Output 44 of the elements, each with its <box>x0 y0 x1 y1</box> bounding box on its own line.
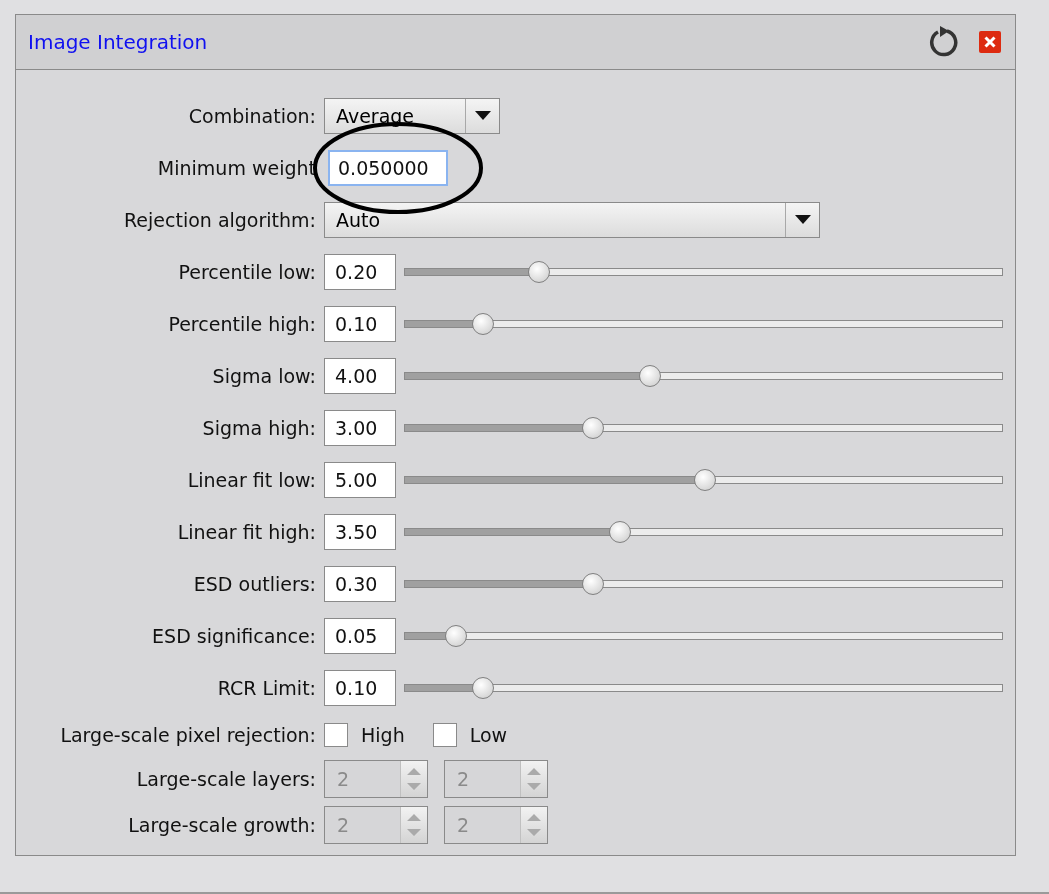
field-label: Percentile high: <box>167 313 316 335</box>
input-field[interactable]: 0.10 <box>324 306 396 342</box>
field-label: ESD significance: <box>151 625 316 647</box>
reset-icon[interactable] <box>927 26 959 58</box>
field-label: Large-scale growth: <box>127 814 316 836</box>
checkbox[interactable] <box>432 723 457 747</box>
slider-thumb[interactable] <box>471 313 494 335</box>
field-label: Large-scale layers: <box>135 768 316 790</box>
field-label: ESD outliers: <box>192 573 316 595</box>
slider-thumb[interactable] <box>527 261 550 283</box>
input-field[interactable]: 3.50 <box>324 514 396 550</box>
field-label: Sigma high: <box>201 417 316 439</box>
field-label: Linear fit high: <box>176 521 316 543</box>
slider-thumb[interactable] <box>471 677 494 699</box>
input-field[interactable]: 0.05 <box>324 618 396 654</box>
field-label: Combination: <box>187 105 316 127</box>
slider-thumb[interactable] <box>582 573 605 595</box>
slider-thumb[interactable] <box>582 417 605 439</box>
checkbox-label: High <box>361 724 405 746</box>
slider-thumb[interactable] <box>608 521 631 543</box>
checkbox-label: Low <box>469 724 508 746</box>
input-field[interactable]: 4.00 <box>324 358 396 394</box>
dropdown[interactable]: Average <box>324 98 500 134</box>
field-label: Linear fit low: <box>186 469 316 491</box>
input-field[interactable]: 3.00 <box>324 410 396 446</box>
slider-thumb[interactable] <box>694 469 717 491</box>
field-label: Large-scale pixel rejection: <box>59 724 316 746</box>
field-label: Sigma low: <box>211 365 316 387</box>
input-field[interactable]: 0.20 <box>324 254 396 290</box>
slider-thumb[interactable] <box>444 625 467 647</box>
close-icon[interactable] <box>979 31 1001 53</box>
slider-thumb[interactable] <box>638 365 661 387</box>
field-label: Percentile low: <box>177 261 316 283</box>
input-field[interactable]: 0.10 <box>324 670 396 706</box>
field-label: RCR Limit: <box>216 677 316 699</box>
field-label: Rejection algorithm: <box>123 209 316 231</box>
dropdown[interactable]: Auto <box>324 202 820 238</box>
input-field[interactable]: 5.00 <box>324 462 396 498</box>
caret-icon <box>474 111 491 121</box>
panel-title: Image Integration <box>28 30 208 54</box>
input-field[interactable]: 0.050000 <box>328 150 448 186</box>
caret-icon <box>794 215 811 225</box>
input-field[interactable]: 0.30 <box>324 566 396 602</box>
checkbox[interactable] <box>324 723 348 747</box>
